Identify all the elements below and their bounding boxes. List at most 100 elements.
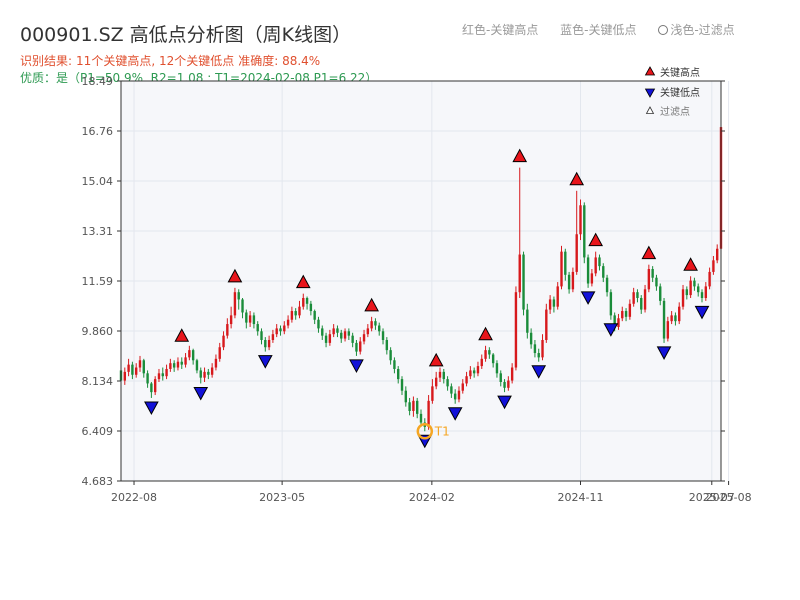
candle-body [385, 339, 389, 351]
candle-body [283, 325, 286, 332]
candle-body [537, 353, 540, 358]
candle-body [704, 286, 708, 298]
candle-body [389, 350, 392, 361]
candle-body [290, 311, 294, 320]
legend-low-label: 关键低点 [660, 86, 700, 99]
candle-body [252, 315, 256, 325]
candle-body [279, 328, 282, 332]
candle-body [628, 303, 632, 317]
candle-body [552, 299, 556, 307]
candle-body [324, 335, 328, 343]
candle-body [575, 234, 578, 272]
x-tick-label: 2024-11 [558, 491, 604, 504]
candle-body [199, 370, 202, 378]
candle-body [286, 319, 290, 326]
candle-body [150, 383, 153, 393]
candle-body [176, 361, 180, 368]
candle-body [412, 400, 415, 411]
candle-body [245, 312, 248, 323]
candle-body [332, 328, 335, 335]
candle-body [510, 367, 514, 381]
candle-body [632, 292, 635, 304]
candle-body [222, 335, 225, 348]
legend-high-label: 关键高点 [660, 66, 700, 79]
candle-body [305, 297, 309, 304]
candle-body [491, 354, 495, 364]
y-tick-label: 8.134 [82, 375, 114, 388]
candle-body [138, 360, 142, 368]
candle-body [655, 277, 658, 287]
candle-body [651, 269, 654, 278]
candle-body [180, 361, 183, 365]
candle-body [514, 292, 518, 368]
candle-body [404, 390, 408, 403]
candle-body [571, 271, 575, 290]
candle-body [708, 271, 711, 287]
y-tick-label: 11.59 [82, 275, 114, 288]
candle-body [165, 368, 168, 377]
candle-body [123, 371, 126, 381]
candle-body [617, 318, 620, 327]
y-tick-label: 16.76 [82, 125, 114, 138]
candle-body [522, 254, 525, 310]
candle-body [169, 363, 172, 369]
candle-body [271, 334, 275, 340]
candle-body [469, 370, 472, 377]
candle-body [431, 386, 434, 401]
candle-body [370, 321, 373, 329]
candle-body [302, 297, 305, 307]
candle-body [408, 402, 411, 411]
candle-body [317, 319, 320, 329]
candle-body [264, 339, 267, 348]
candle-body [586, 257, 590, 284]
candle-body [343, 331, 347, 339]
candle-body [210, 367, 214, 375]
candle-body [567, 274, 571, 290]
candle-body [336, 328, 339, 333]
y-tick-label: 4.683 [82, 475, 114, 488]
candle-body [472, 370, 476, 374]
candle-body [526, 309, 529, 333]
candle-body [161, 373, 164, 377]
candle-body [203, 371, 206, 378]
candle-body [374, 321, 377, 326]
candle-body [153, 379, 157, 393]
candle-body [321, 328, 324, 336]
candle-body [545, 309, 548, 340]
candle-body [256, 324, 259, 332]
candle-body [533, 344, 537, 354]
candle-body [362, 334, 366, 342]
candle-body [560, 251, 563, 287]
candle-body [294, 311, 297, 316]
candle-body [621, 311, 624, 319]
candle-body [624, 311, 628, 317]
candle-body [226, 324, 229, 336]
candle-body [666, 321, 670, 339]
candle-body [685, 289, 689, 296]
y-tick-label: 9.860 [82, 325, 114, 338]
candle-body [127, 364, 130, 372]
candle-body [207, 371, 210, 375]
candle-body [716, 248, 719, 261]
t1-label: T1 [434, 424, 450, 438]
candle-body [609, 292, 613, 316]
candle-body [309, 303, 313, 312]
candle-body [416, 400, 419, 414]
candle-body [678, 306, 681, 322]
candle-body [298, 306, 301, 316]
candle-body [393, 360, 396, 369]
candlestick-chart: T1 4.683 6.409 8.134 9.860 11.59 13.31 15.04 16… [82, 66, 752, 504]
candle-body [476, 366, 480, 374]
candle-body [229, 315, 233, 325]
candle-body [184, 357, 187, 365]
candle-body [142, 360, 145, 374]
candle-body [712, 260, 715, 272]
candle-body [640, 297, 643, 310]
legend-high-icon [644, 66, 656, 76]
candle-body [659, 286, 662, 301]
candle-body [172, 363, 176, 368]
candle-body [191, 350, 195, 361]
candle-body [340, 332, 343, 339]
x-tick-label: 2023-05 [259, 491, 305, 504]
x-tick-label: 2025-08 [706, 491, 752, 504]
